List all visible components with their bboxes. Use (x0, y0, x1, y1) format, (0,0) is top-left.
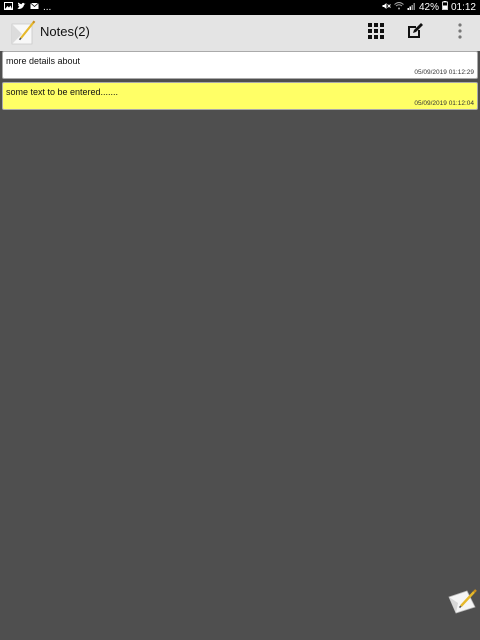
grid-view-button[interactable] (365, 22, 387, 44)
note-timestamp: 05/09/2019 01:12:29 (414, 69, 474, 76)
status-system: 42% 01:12 (382, 1, 476, 13)
new-note-icon (448, 589, 478, 618)
signal-icon (407, 2, 416, 13)
status-time: 01:12 (450, 1, 476, 13)
app-logo-icon[interactable] (10, 20, 36, 46)
app-bar: Notes(2) (0, 15, 480, 51)
overflow-menu-button[interactable] (449, 22, 471, 44)
wifi-icon (394, 1, 404, 13)
note-text: some text to be entered....... (6, 87, 119, 97)
more-dots-icon: ... (43, 2, 52, 13)
battery-percent: 42% (418, 1, 439, 13)
image-icon (4, 2, 13, 13)
note-timestamp: 05/09/2019 01:12:04 (414, 100, 474, 107)
edit-note-button[interactable] (404, 22, 426, 44)
twitter-icon (17, 2, 26, 13)
status-bar: ... 42% 01:12 (0, 0, 480, 15)
note-item[interactable]: more details about 05/09/2019 01:12:29 (2, 51, 478, 79)
page-title: Notes(2) (40, 24, 90, 39)
note-item[interactable]: some text to be entered....... 05/09/201… (2, 82, 478, 110)
mail-icon (30, 2, 39, 13)
mute-icon (382, 2, 391, 13)
overflow-menu-icon (458, 22, 462, 44)
note-text: more details about (6, 56, 81, 66)
battery-icon (442, 1, 448, 13)
new-note-button[interactable] (448, 588, 478, 614)
notes-list: more details about 05/09/2019 01:12:29 s… (0, 51, 480, 113)
status-notifications: ... (4, 2, 51, 13)
grid-view-icon (368, 22, 384, 44)
edit-note-icon (406, 22, 424, 45)
